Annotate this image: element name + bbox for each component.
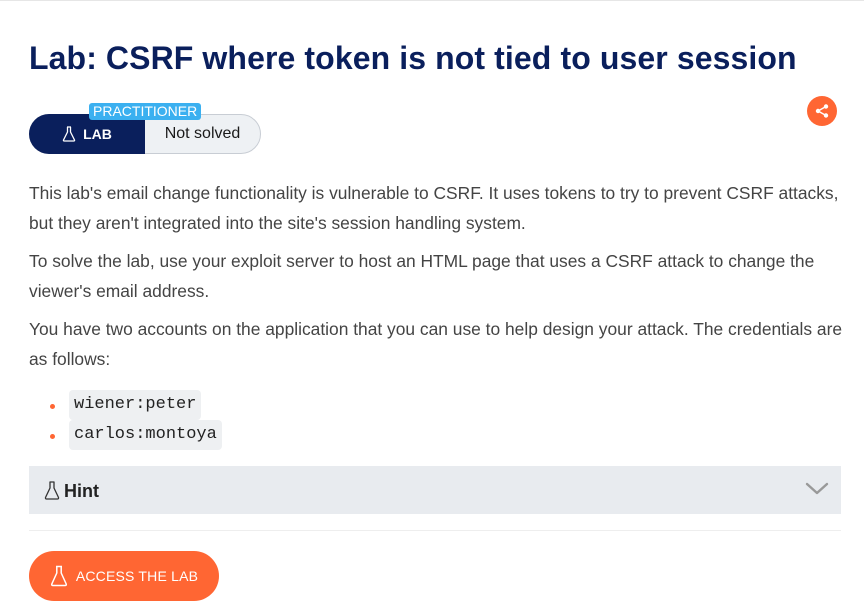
description-paragraph: This lab's email change functionality is…: [29, 183, 839, 233]
top-border: [0, 0, 864, 1]
share-button[interactable]: [807, 96, 837, 126]
flask-icon: [50, 565, 67, 587]
solved-status: Not solved: [164, 125, 241, 142]
credential-code: carlos:montoya: [69, 420, 222, 450]
description-paragraph: To solve the lab, use your exploit serve…: [29, 251, 815, 301]
credential-code: wiener:peter: [69, 390, 202, 420]
difficulty-level: PRACTITIONER: [89, 103, 202, 120]
access-lab-button[interactable]: ACCESS THE LAB: [29, 551, 219, 601]
page-title: Lab: CSRF where token is not tied to use…: [29, 40, 797, 76]
access-lab-label: ACCESS THE LAB: [75, 568, 199, 584]
section-divider: [29, 530, 841, 531]
credentials-list: wiener:peter carlos:montoya: [50, 390, 222, 450]
hint-toggle[interactable]: Hint: [29, 466, 841, 514]
hint-label: Hint: [64, 480, 99, 501]
share-icon: [815, 104, 829, 118]
list-item: wiener:peter: [50, 390, 222, 420]
lab-tag-label: LAB: [83, 126, 112, 142]
bullet-icon: [50, 434, 55, 439]
bullet-icon: [50, 404, 55, 409]
description-paragraph: You have two accounts on the application…: [29, 319, 843, 369]
lab-tag: LAB: [29, 114, 145, 154]
list-item: carlos:montoya: [50, 420, 222, 450]
flask-icon: [62, 126, 76, 142]
flask-icon: [44, 480, 60, 500]
lab-status-badge: LAB Not solved PRACTITIONER: [29, 103, 261, 154]
chevron-down-icon: [805, 482, 829, 495]
